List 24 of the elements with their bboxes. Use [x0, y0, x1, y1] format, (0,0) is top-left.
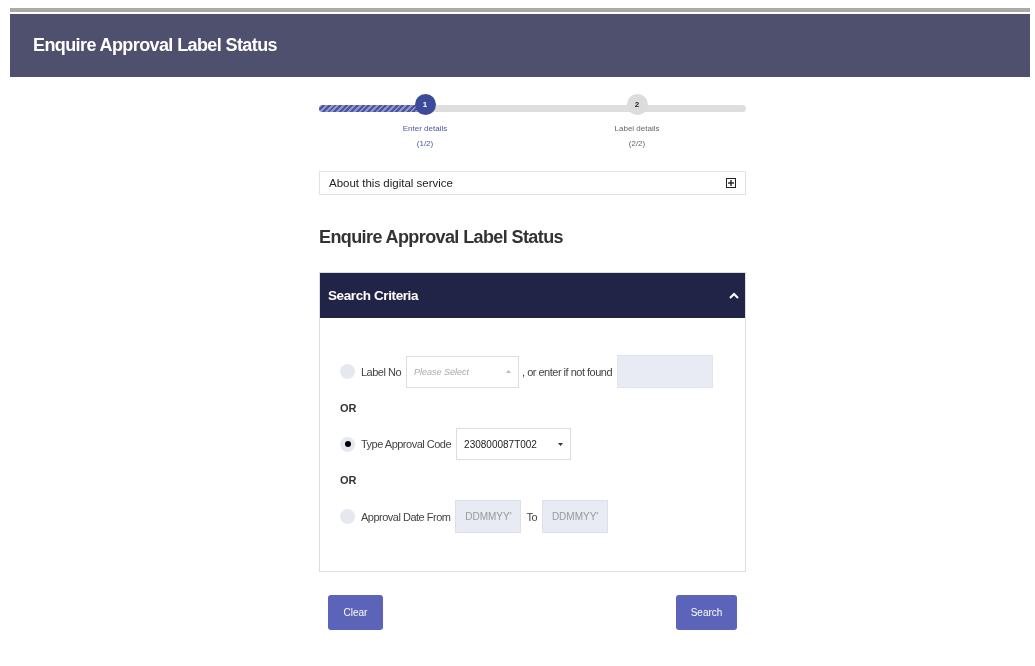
- step-label: Enter details: [402, 123, 448, 135]
- clear-button[interactable]: Clear: [328, 595, 383, 630]
- code-select[interactable]: 230800087T002: [456, 428, 572, 460]
- date-to-field[interactable]: DDMMYY': [542, 500, 609, 533]
- page-title: Enquire Approval Label Status: [33, 35, 277, 56]
- to-label: To: [526, 510, 538, 523]
- panel-header[interactable]: Search Criteria: [320, 273, 745, 318]
- or-label: OR: [340, 402, 358, 414]
- option-label: Label No: [361, 365, 402, 378]
- option-label: Approval Date From: [361, 510, 451, 523]
- option-label: Type Approval Code: [361, 438, 452, 450]
- search-button[interactable]: Search: [676, 595, 737, 630]
- step-label: Label details: [614, 123, 660, 135]
- or-label: OR: [340, 474, 358, 486]
- step-fraction: (2/2): [628, 138, 646, 150]
- panel-title: Search Criteria: [328, 288, 419, 303]
- about-accordion[interactable]: About this digital service: [319, 171, 746, 195]
- hint-text: , or enter if not found: [522, 365, 613, 378]
- step-fraction: (1/2): [416, 138, 434, 150]
- step-number[interactable]: 2: [626, 94, 648, 115]
- date-from-field[interactable]: DDMMYY': [455, 500, 522, 533]
- about-title: About this digital service: [329, 177, 453, 189]
- step-number[interactable]: 1: [414, 94, 436, 115]
- section-heading: Enquire Approval Label Status: [319, 227, 564, 248]
